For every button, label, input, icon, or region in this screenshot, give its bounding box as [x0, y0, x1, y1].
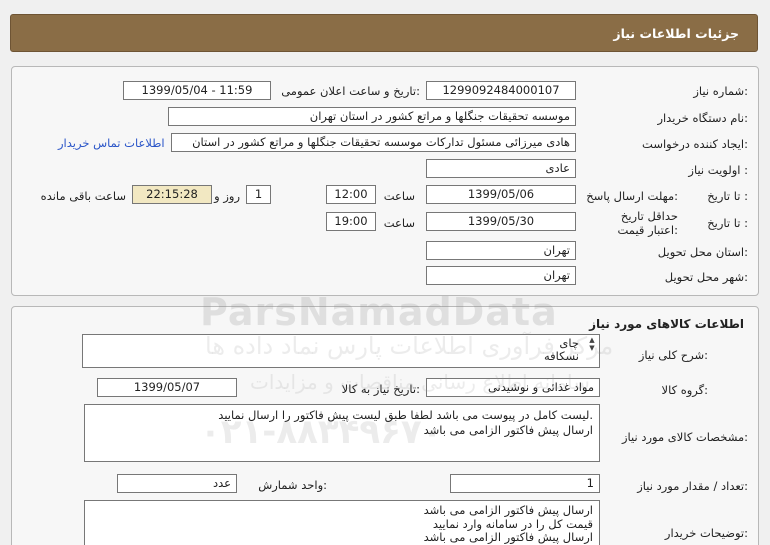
- notes-line-1: ارسال پیش فاکتور الزامی می باشد: [423, 503, 593, 517]
- unit-label: واحد شمارش:: [258, 478, 327, 492]
- creator-label: ایجاد کننده درخواست:: [642, 137, 748, 151]
- watermark-line-1: مرکز فرآوری اطلاعات پارس نماد داده ها: [205, 332, 614, 360]
- validity-to-date-label: تا تاریخ :: [707, 216, 748, 230]
- city-field: تهران: [426, 266, 576, 285]
- creator-field: هادی میرزائی مسئول تدارکات موسسه تحقیقات…: [171, 133, 576, 152]
- days-label: روز و: [214, 189, 240, 203]
- page-header: جزئیات اطلاعات نیاز: [10, 14, 758, 52]
- watermark-phone: ۰۲۱-۸۸۳۴۹۶۷۰: [200, 412, 443, 452]
- goods-section-title: اطلاعات کالاهای مورد نیاز: [589, 317, 744, 331]
- buyer-field: موسسه تحقیقات جنگلها و مراتع کشور در است…: [168, 107, 576, 126]
- watermark-line-2: سامانه اطلاع رسانی مناقصات و مزایدات: [250, 370, 590, 394]
- priority-label: اولویت نیاز :: [688, 163, 748, 177]
- notes-line-2: قیمت کل را در سامانه وارد نمایید: [432, 516, 593, 531]
- need-date-field: 1399/05/07: [97, 378, 237, 397]
- unit-field: عدد: [117, 474, 237, 493]
- days-remaining-field: 1: [246, 185, 271, 204]
- province-label: استان محل تحویل:: [657, 245, 748, 259]
- quantity-label: تعداد / مقدار مورد نیاز:: [637, 479, 748, 493]
- buyer-label: نام دستگاه خریدار:: [657, 111, 748, 125]
- reply-deadline-label: مهلت ارسال پاسخ:: [586, 189, 678, 203]
- buyer-contact-link[interactable]: اطلاعات تماس خریدار: [58, 136, 165, 150]
- remaining-time-field: 22:15:28: [132, 185, 212, 204]
- buyer-notes-label: توضیحات خریدار:: [664, 526, 748, 540]
- validity-label: حداقل تاریخ اعتبار قیمت:: [617, 209, 679, 237]
- city-label: شهر محل تحویل:: [664, 270, 748, 284]
- announce-date-field: 1399/05/04 - 11:59: [123, 81, 271, 100]
- reply-to-date-label-2: تا تاریخ :: [707, 189, 748, 203]
- priority-field: عادی: [426, 159, 576, 178]
- goods-spec-label: مشخصات کالای مورد نیاز:: [621, 430, 748, 444]
- province-field: تهران: [426, 241, 576, 260]
- watermark-brand: ParsNamadData: [200, 290, 558, 334]
- remaining-label: ساعت باقی مانده: [40, 189, 126, 203]
- validity-time-field: 19:00: [326, 212, 376, 231]
- need-details-panel: [11, 66, 759, 296]
- notes-line-3: ارسال پیش فاکتور الزامی می باشد: [423, 530, 593, 544]
- quantity-field: 1: [450, 474, 600, 493]
- validity-hour-label: ساعت: [383, 216, 415, 230]
- buyer-notes-field: ارسال پیش فاکتور الزامی می باشد قیمت کل …: [84, 500, 600, 545]
- reply-time-field: 12:00: [326, 185, 376, 204]
- need-number-field: 1299092484000107: [426, 81, 576, 100]
- need-number-label: شماره نیاز:: [693, 84, 748, 98]
- general-description-label: شرح کلی نیاز:: [638, 348, 708, 362]
- reply-hour-label: ساعت: [383, 189, 415, 203]
- goods-group-label: گروه کالا:: [661, 383, 708, 397]
- announce-date-label: تاریخ و ساعت اعلان عمومی:: [281, 84, 420, 98]
- reply-date-field: 1399/05/06: [426, 185, 576, 204]
- page-title: جزئیات اطلاعات نیاز: [613, 26, 739, 41]
- validity-date-field: 1399/05/30: [426, 212, 576, 231]
